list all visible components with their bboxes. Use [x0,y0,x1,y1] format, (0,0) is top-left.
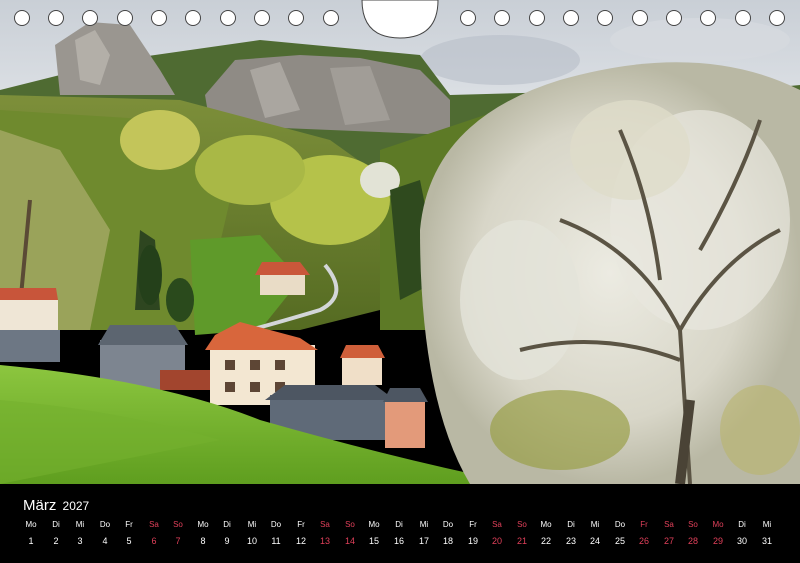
binding-hole-icon [529,10,545,26]
month-name: März [23,497,57,514]
calendar-strip: März 2027 Mo Di Mi Do Fr Sa So Mo Di Mi Do Fr Sa So Mo… [0,484,800,563]
binding-hole-icon [597,10,613,26]
day-number: 27 [663,536,674,546]
weekday-label: Sa [320,520,330,529]
binding-hole-icon [288,10,304,26]
day-number: 11 [271,536,281,546]
weekday-label: Sa [149,520,159,529]
weekday-label: Di [223,520,231,529]
day-number: 20 [491,536,502,546]
day-number-row: 1 2 3 4 5 6 7 8 9 10 11 12 13 14 15 16 17 18 19 20 21 22 23 24 2… [0,536,800,550]
binding-hole-icon [14,10,30,26]
month-year: 2027 [62,499,90,513]
day-number: 28 [687,536,698,546]
day-number: 4 [102,536,108,546]
weekday-label: Do [614,520,626,529]
day-number: 17 [418,536,429,546]
day-number: 24 [589,536,600,546]
weekday-label: So [173,520,183,529]
weekday-label: Mi [590,520,600,529]
day-number: 25 [614,536,625,546]
day-number: 16 [393,536,404,546]
weekday-label: Mo [197,520,209,529]
binding-hole-icon [735,10,751,26]
binding-hole-icon [700,10,716,26]
day-number: 3 [77,536,83,546]
binding-hole-icon [460,10,476,26]
weekday-label: So [688,520,698,529]
spiral-binding [14,0,785,39]
day-number: 23 [565,536,576,546]
weekday-label: Mo [540,520,552,529]
day-number: 26 [638,536,649,546]
day-number: 14 [344,536,355,546]
binding-hole-icon [117,10,133,26]
landscape-photo [0,0,800,484]
weekday-label: Di [52,520,60,529]
binding-hole-icon [769,10,785,26]
weekday-label: Fr [469,520,477,529]
day-number: 18 [442,536,453,546]
weekday-label: Sa [664,520,674,529]
day-number: 6 [151,536,157,546]
weekday-label: Di [738,520,746,529]
binding-hole-icon [254,10,270,26]
day-number: 9 [224,536,230,546]
day-number: 5 [126,536,132,546]
binding-hole-icon [48,10,64,26]
day-number: 31 [761,536,772,546]
weekday-label: So [345,520,355,529]
day-number: 2 [53,536,59,546]
day-number: 8 [200,536,206,546]
day-number: 7 [175,536,181,546]
binding-hole-icon [632,10,648,26]
weekday-label: Mo [712,520,724,529]
day-number: 12 [295,536,306,546]
binding-hole-icon [185,10,201,26]
day-number: 15 [368,536,379,546]
month-title: März 2027 [23,497,89,514]
weekday-label: Di [395,520,403,529]
weekday-label: Mi [247,520,257,529]
day-number: 1 [28,536,34,546]
weekday-label: Fr [297,520,305,529]
binding-hole-icon [323,10,339,26]
day-number: 13 [319,536,330,546]
weekday-label: Fr [640,520,648,529]
day-number: 29 [712,536,723,546]
binding-hole-icon [666,10,682,26]
weekday-label: Mo [368,520,380,529]
binding-hole-icon [494,10,510,26]
calendar-page: März 2027 Mo Di Mi Do Fr Sa So Mo Di Mi Do Fr Sa So Mo… [0,0,800,563]
binding-hole-icon [563,10,579,26]
weekday-label: Fr [125,520,133,529]
weekday-row: Mo Di Mi Do Fr Sa So Mo Di Mi Do Fr Sa So Mo Di Mi Do Fr Sa… [0,520,800,534]
hanger-notch-icon [361,0,439,39]
binding-hole-icon [220,10,236,26]
day-number: 19 [467,536,478,546]
weekday-label: Do [442,520,454,529]
day-number: 10 [246,536,257,546]
weekday-label: Mi [762,520,772,529]
weekday-label: Do [99,520,111,529]
weekday-label: So [517,520,527,529]
weekday-label: Di [567,520,575,529]
day-number: 22 [540,536,551,546]
day-number: 21 [516,536,527,546]
weekday-label: Sa [492,520,502,529]
day-number: 30 [736,536,747,546]
weekday-label: Do [270,520,282,529]
binding-hole-icon [151,10,167,26]
binding-hole-icon [82,10,98,26]
weekday-label: Mi [419,520,429,529]
weekday-label: Mo [25,520,37,529]
weekday-label: Mi [75,520,85,529]
